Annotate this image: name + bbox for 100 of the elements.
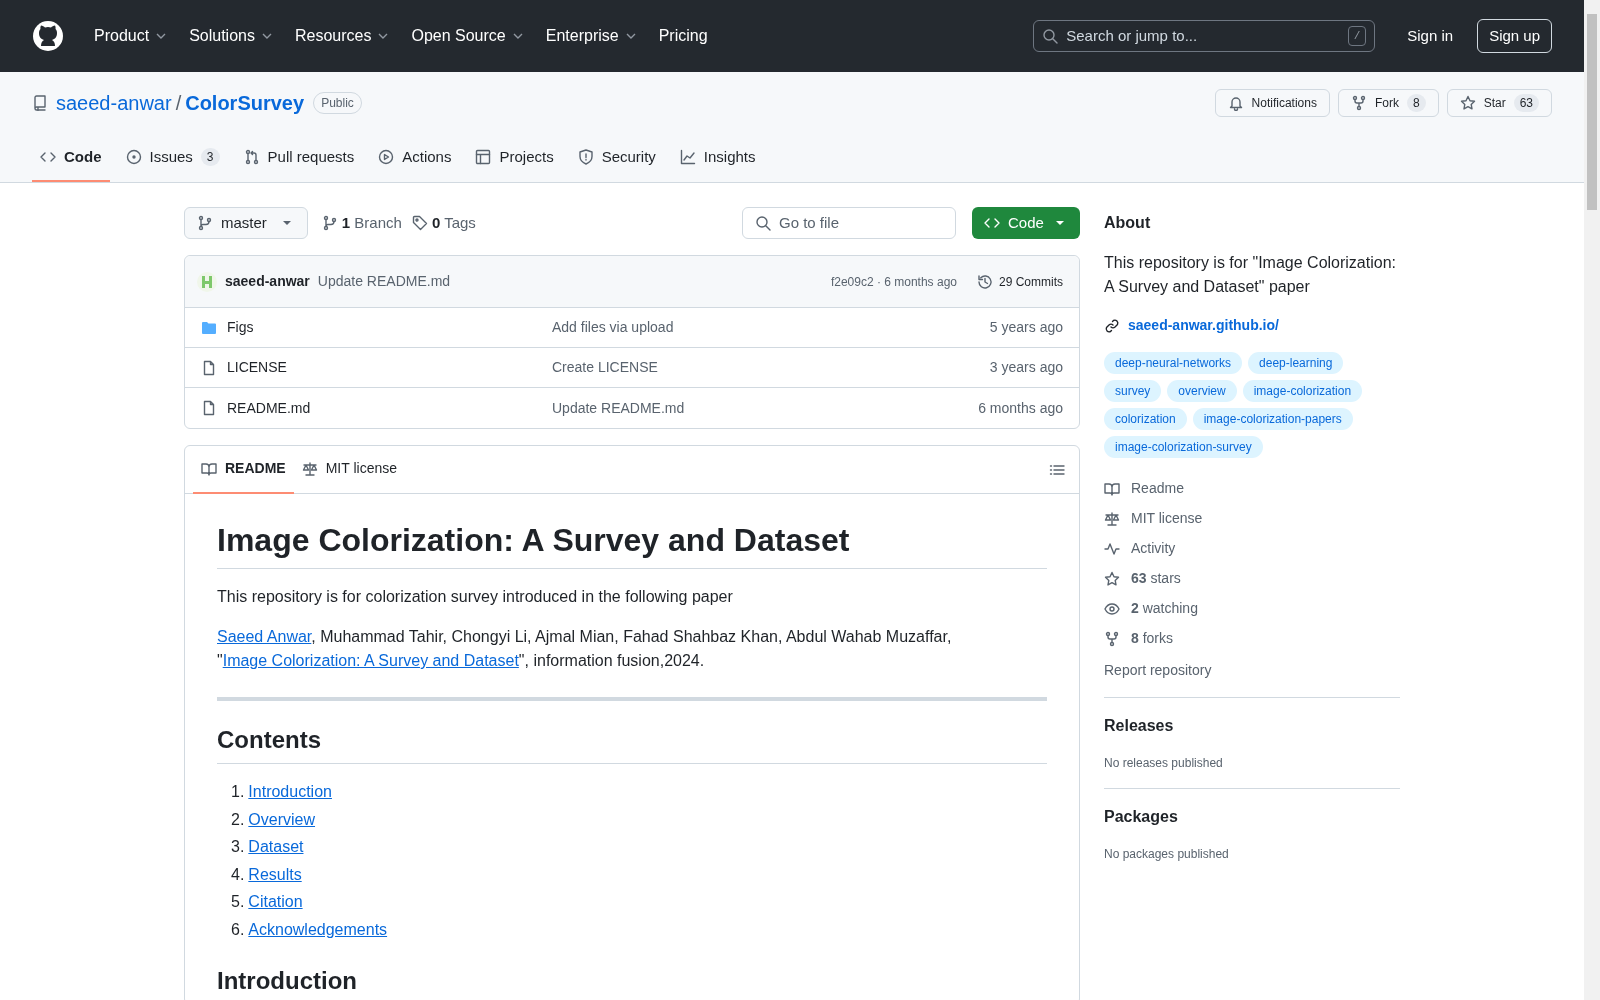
- paper-link[interactable]: Image Colorization: A Survey and Dataset: [222, 652, 519, 669]
- search-icon: [1042, 28, 1059, 44]
- file-name-link[interactable]: README.md: [227, 397, 552, 419]
- contents-link[interactable]: Acknowledgements: [248, 917, 388, 942]
- owner-link[interactable]: saeed-anwar: [56, 88, 172, 118]
- sign-in-link[interactable]: Sign in: [1399, 24, 1462, 48]
- repo-tab[interactable]: Projects: [467, 134, 562, 182]
- repo-icon: [32, 95, 48, 111]
- nav-link[interactable]: Open Source: [403, 18, 534, 54]
- sign-up-button[interactable]: Sign up: [1477, 18, 1552, 54]
- empty-note: No releases published: [1104, 755, 1224, 772]
- table-icon: [475, 149, 492, 165]
- website-link[interactable]: saeed-anwar.github.io/: [1104, 315, 1400, 336]
- readme-link[interactable]: Readme: [1104, 478, 1400, 499]
- branch-selector[interactable]: master: [184, 207, 308, 239]
- commit-message[interactable]: Update README.md: [317, 271, 451, 292]
- topic-tag[interactable]: deep-neural-networks: [1104, 352, 1243, 374]
- license-link[interactable]: MIT license: [1104, 508, 1400, 529]
- notifications-button[interactable]: Notifications: [1214, 89, 1330, 117]
- folder-icon: [201, 319, 217, 336]
- repo-tab[interactable]: Pull requests: [235, 134, 363, 182]
- code-button[interactable]: Code: [972, 207, 1080, 239]
- contents-link[interactable]: Dataset: [248, 835, 304, 859]
- file-icon: [201, 359, 217, 376]
- play-icon: [378, 149, 395, 165]
- repo-tab[interactable]: Security: [569, 134, 664, 182]
- list-number: 5.: [231, 892, 245, 912]
- contents-link[interactable]: Overview: [248, 807, 316, 832]
- tags-link[interactable]: 0 Tags: [411, 211, 476, 235]
- paper-link[interactable]: Saeed Anwar: [217, 628, 312, 645]
- history-icon: [977, 273, 993, 290]
- commit-message-link[interactable]: Update README.md: [552, 397, 685, 419]
- pulse-icon: [1104, 540, 1120, 557]
- repo-name-link[interactable]: ColorSurvey: [185, 88, 305, 118]
- repo-tab[interactable]: Actions: [370, 134, 460, 182]
- tag-icon: [411, 215, 428, 231]
- logo-icon[interactable]: [32, 20, 64, 52]
- shortcut-key: /: [1347, 25, 1367, 47]
- file-icon: [201, 400, 217, 416]
- nav-link[interactable]: Resources: [286, 18, 400, 54]
- nav-link[interactable]: Product: [86, 18, 178, 54]
- intro-paragraph: This repository is for colorization survey introduced in the following paper: [217, 587, 734, 607]
- eye-icon: [1104, 600, 1120, 617]
- section-heading: Introduction: [217, 965, 358, 996]
- avatar-icon: [197, 271, 217, 292]
- activity-link[interactable]: Activity: [1104, 538, 1400, 559]
- report-link[interactable]: Report repository: [1104, 660, 1400, 681]
- about-heading: About: [1104, 213, 1152, 233]
- forks-link[interactable]: 8 forks: [1104, 628, 1400, 649]
- topic-tag[interactable]: overview: [1167, 380, 1237, 402]
- star-icon: [1104, 570, 1120, 587]
- nav-link[interactable]: Pricing: [650, 18, 716, 54]
- section-heading: Releases: [1104, 716, 1175, 736]
- contents-link[interactable]: Citation: [248, 890, 303, 914]
- repo-tab[interactable]: Issues 3: [117, 134, 228, 182]
- star-button[interactable]: Star 63: [1446, 89, 1552, 117]
- circle-dot-icon: [125, 149, 142, 165]
- section-heading: Packages: [1104, 807, 1179, 827]
- commit-author[interactable]: saeed-anwar: [225, 271, 310, 292]
- go-to-file-field[interactable]: Go to file: [742, 207, 956, 239]
- topic-tag[interactable]: image-colorization-papers: [1192, 408, 1353, 430]
- list-number: 1.: [231, 782, 245, 802]
- readme-tab[interactable]: MIT license: [293, 446, 405, 494]
- star-icon: [1459, 95, 1476, 111]
- topic-tag[interactable]: image-colorization-survey: [1104, 436, 1263, 458]
- repo-tab[interactable]: Code: [32, 134, 110, 182]
- contents-link[interactable]: Introduction: [248, 780, 332, 804]
- branches-link[interactable]: 1 Branch: [321, 211, 402, 235]
- scrollbar[interactable]: [1584, 0, 1600, 1000]
- scale-icon: [301, 460, 318, 477]
- section-heading: Contents: [217, 725, 1047, 764]
- fork-icon: [1350, 95, 1367, 111]
- nav-link[interactable]: Enterprise: [537, 18, 647, 54]
- commit-message-link[interactable]: Create LICENSE: [552, 357, 658, 378]
- book-icon: [1104, 480, 1120, 497]
- fork-button[interactable]: Fork 8: [1337, 89, 1439, 117]
- search-field[interactable]: Search or jump to... /: [1033, 20, 1376, 52]
- shield-icon: [577, 149, 594, 165]
- commit-time: 3 years ago: [989, 358, 1063, 377]
- pull-request-icon: [243, 149, 260, 165]
- counter: 3: [200, 148, 220, 166]
- repo-description: This repository is for "Image Colorization: A Survey and Dataset" paper: [1104, 253, 1397, 297]
- readme-title: Image Colorization: A Survey and Dataset: [217, 520, 1047, 569]
- repo-tab[interactable]: Insights: [671, 134, 764, 182]
- stars-link[interactable]: 63 stars: [1104, 568, 1400, 589]
- file-name-link[interactable]: LICENSE: [227, 357, 552, 378]
- watching-link[interactable]: 2 watching: [1104, 598, 1400, 619]
- contents-link[interactable]: Results: [248, 862, 302, 887]
- topic-tag[interactable]: deep-learning: [1248, 352, 1344, 374]
- list-number: 3.: [231, 837, 245, 857]
- branch-icon: [321, 215, 338, 231]
- commits-link[interactable]: 29 Commits: [973, 272, 1067, 291]
- commit-message-link[interactable]: Add files via upload: [552, 317, 674, 338]
- nav-link[interactable]: Solutions: [181, 18, 283, 54]
- file-name-link[interactable]: Figs: [227, 317, 552, 338]
- commit-sha-time: f2e09c2 · 6 months ago: [830, 273, 957, 291]
- readme-tab[interactable]: README: [193, 446, 294, 494]
- topic-tag[interactable]: survey: [1104, 380, 1162, 402]
- topic-tag[interactable]: colorization: [1104, 408, 1187, 430]
- topic-tag[interactable]: image-colorization: [1242, 380, 1363, 402]
